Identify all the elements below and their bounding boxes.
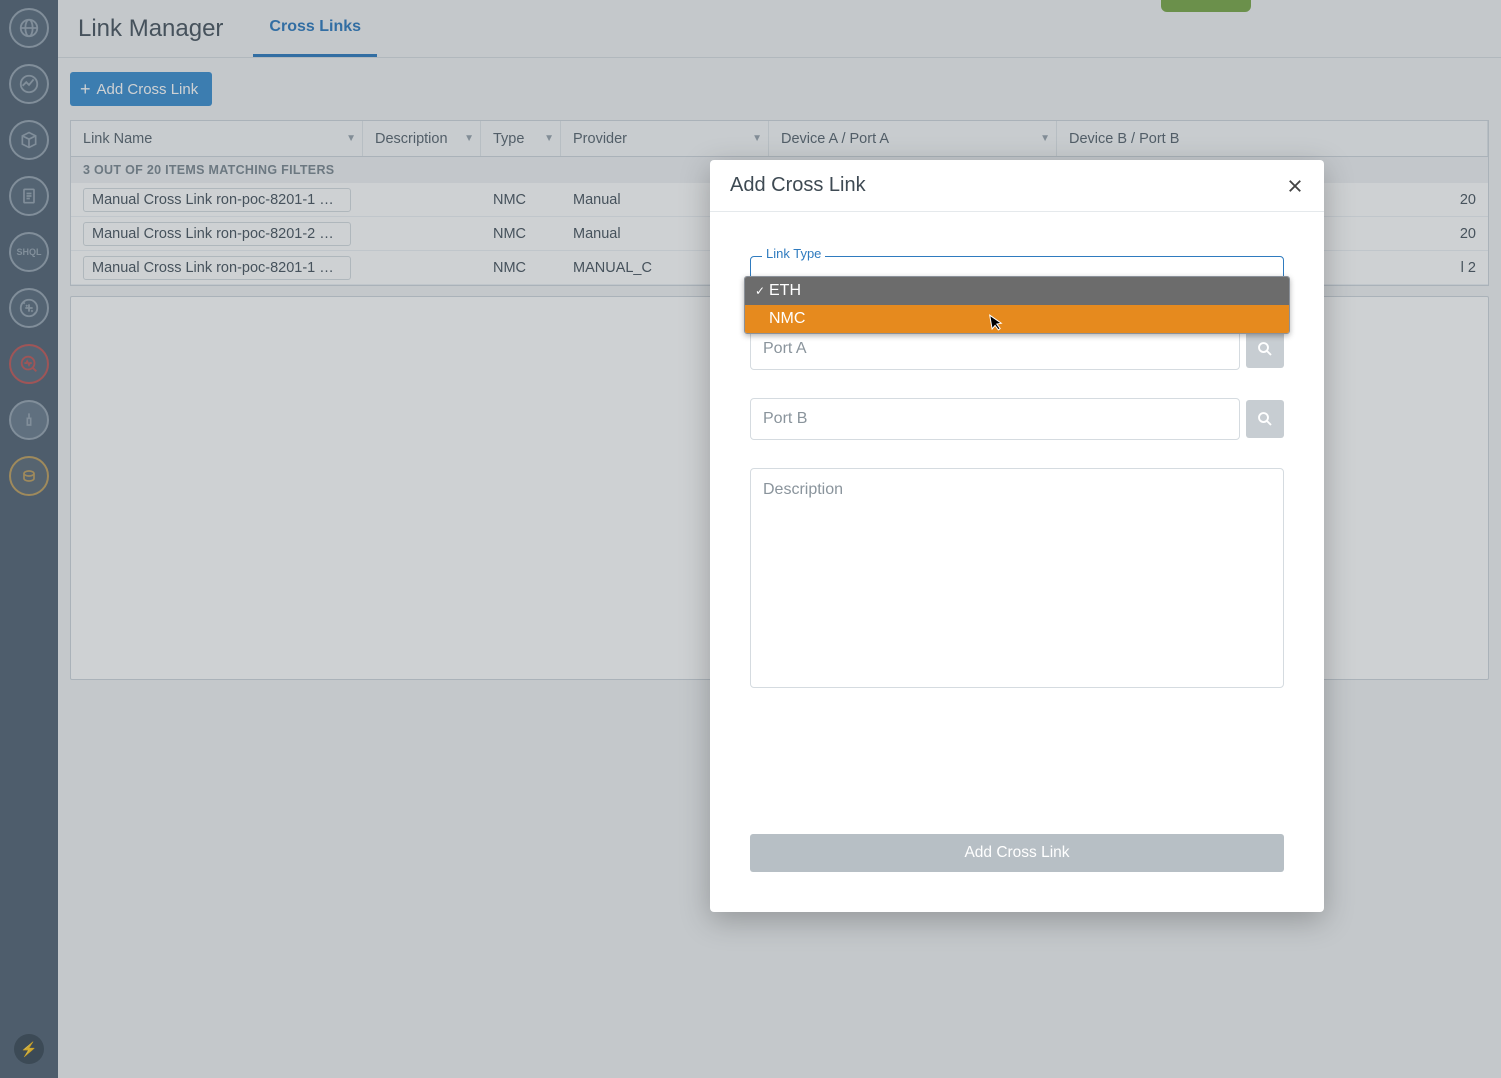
sidebar: SHQL ⚡	[0, 0, 58, 1078]
token-icon[interactable]	[9, 456, 49, 496]
port-b-row: Port B	[750, 398, 1284, 440]
topbar: Link Manager Cross Links	[58, 0, 1501, 58]
description-input[interactable]: Description	[750, 468, 1284, 688]
shql-icon[interactable]: SHQL	[9, 232, 49, 272]
port-a-input[interactable]: Port A	[750, 328, 1240, 370]
filter-caret-icon[interactable]: ▼	[346, 133, 356, 144]
tabs: Cross Links	[253, 0, 377, 57]
filter-caret-icon[interactable]: ▼	[544, 133, 554, 144]
col-type[interactable]: Type▼	[481, 121, 561, 156]
doc-icon[interactable]	[9, 176, 49, 216]
chart-icon[interactable]	[9, 64, 49, 104]
add-cross-link-button-label: Add Cross Link	[97, 81, 199, 98]
link-type-label: Link Type	[762, 246, 825, 261]
port-b-search-button[interactable]	[1246, 400, 1284, 438]
add-node-icon[interactable]	[9, 288, 49, 328]
close-button[interactable]	[1286, 177, 1304, 195]
page-title: Link Manager	[78, 15, 223, 43]
health-icon[interactable]	[9, 344, 49, 384]
add-cross-link-button[interactable]: + Add Cross Link	[70, 72, 212, 106]
port-a-row: Port A	[750, 328, 1284, 370]
plus-icon: +	[80, 80, 91, 98]
cube-icon[interactable]	[9, 120, 49, 160]
add-cross-link-dialog: Add Cross Link Link Type ✓ ETH NMC	[710, 160, 1324, 912]
check-icon: ✓	[755, 284, 769, 298]
submit-button[interactable]: Add Cross Link	[750, 834, 1284, 872]
globe-icon[interactable]	[9, 8, 49, 48]
option-nmc[interactable]: NMC	[745, 305, 1289, 333]
toolbar: + Add Cross Link	[58, 58, 1501, 120]
power-icon[interactable]: ⚡	[14, 1034, 44, 1064]
main: Link Manager Cross Links + Add Cross Lin…	[58, 0, 1501, 1078]
col-device-b[interactable]: Device B / Port B	[1057, 121, 1488, 156]
link-mgr-icon[interactable]	[9, 400, 49, 440]
filter-caret-icon[interactable]: ▼	[464, 133, 474, 144]
option-eth[interactable]: ✓ ETH	[745, 277, 1289, 305]
tab-cross-links[interactable]: Cross Links	[253, 0, 377, 57]
col-link-name[interactable]: Link Name▼	[71, 121, 363, 156]
link-type-field: Link Type ✓ ETH NMC	[750, 256, 1284, 300]
link-type-dropdown: ✓ ETH NMC	[744, 276, 1290, 334]
dialog-title: Add Cross Link	[730, 174, 866, 197]
col-provider[interactable]: Provider▼	[561, 121, 769, 156]
filter-caret-icon[interactable]: ▼	[752, 133, 762, 144]
filter-caret-icon[interactable]: ▼	[1040, 133, 1050, 144]
grid-header: Link Name▼ Description▼ Type▼ Provider▼ …	[71, 121, 1488, 157]
port-b-input[interactable]: Port B	[750, 398, 1240, 440]
col-device-a[interactable]: Device A / Port A▼	[769, 121, 1057, 156]
col-description[interactable]: Description▼	[363, 121, 481, 156]
port-a-search-button[interactable]	[1246, 330, 1284, 368]
